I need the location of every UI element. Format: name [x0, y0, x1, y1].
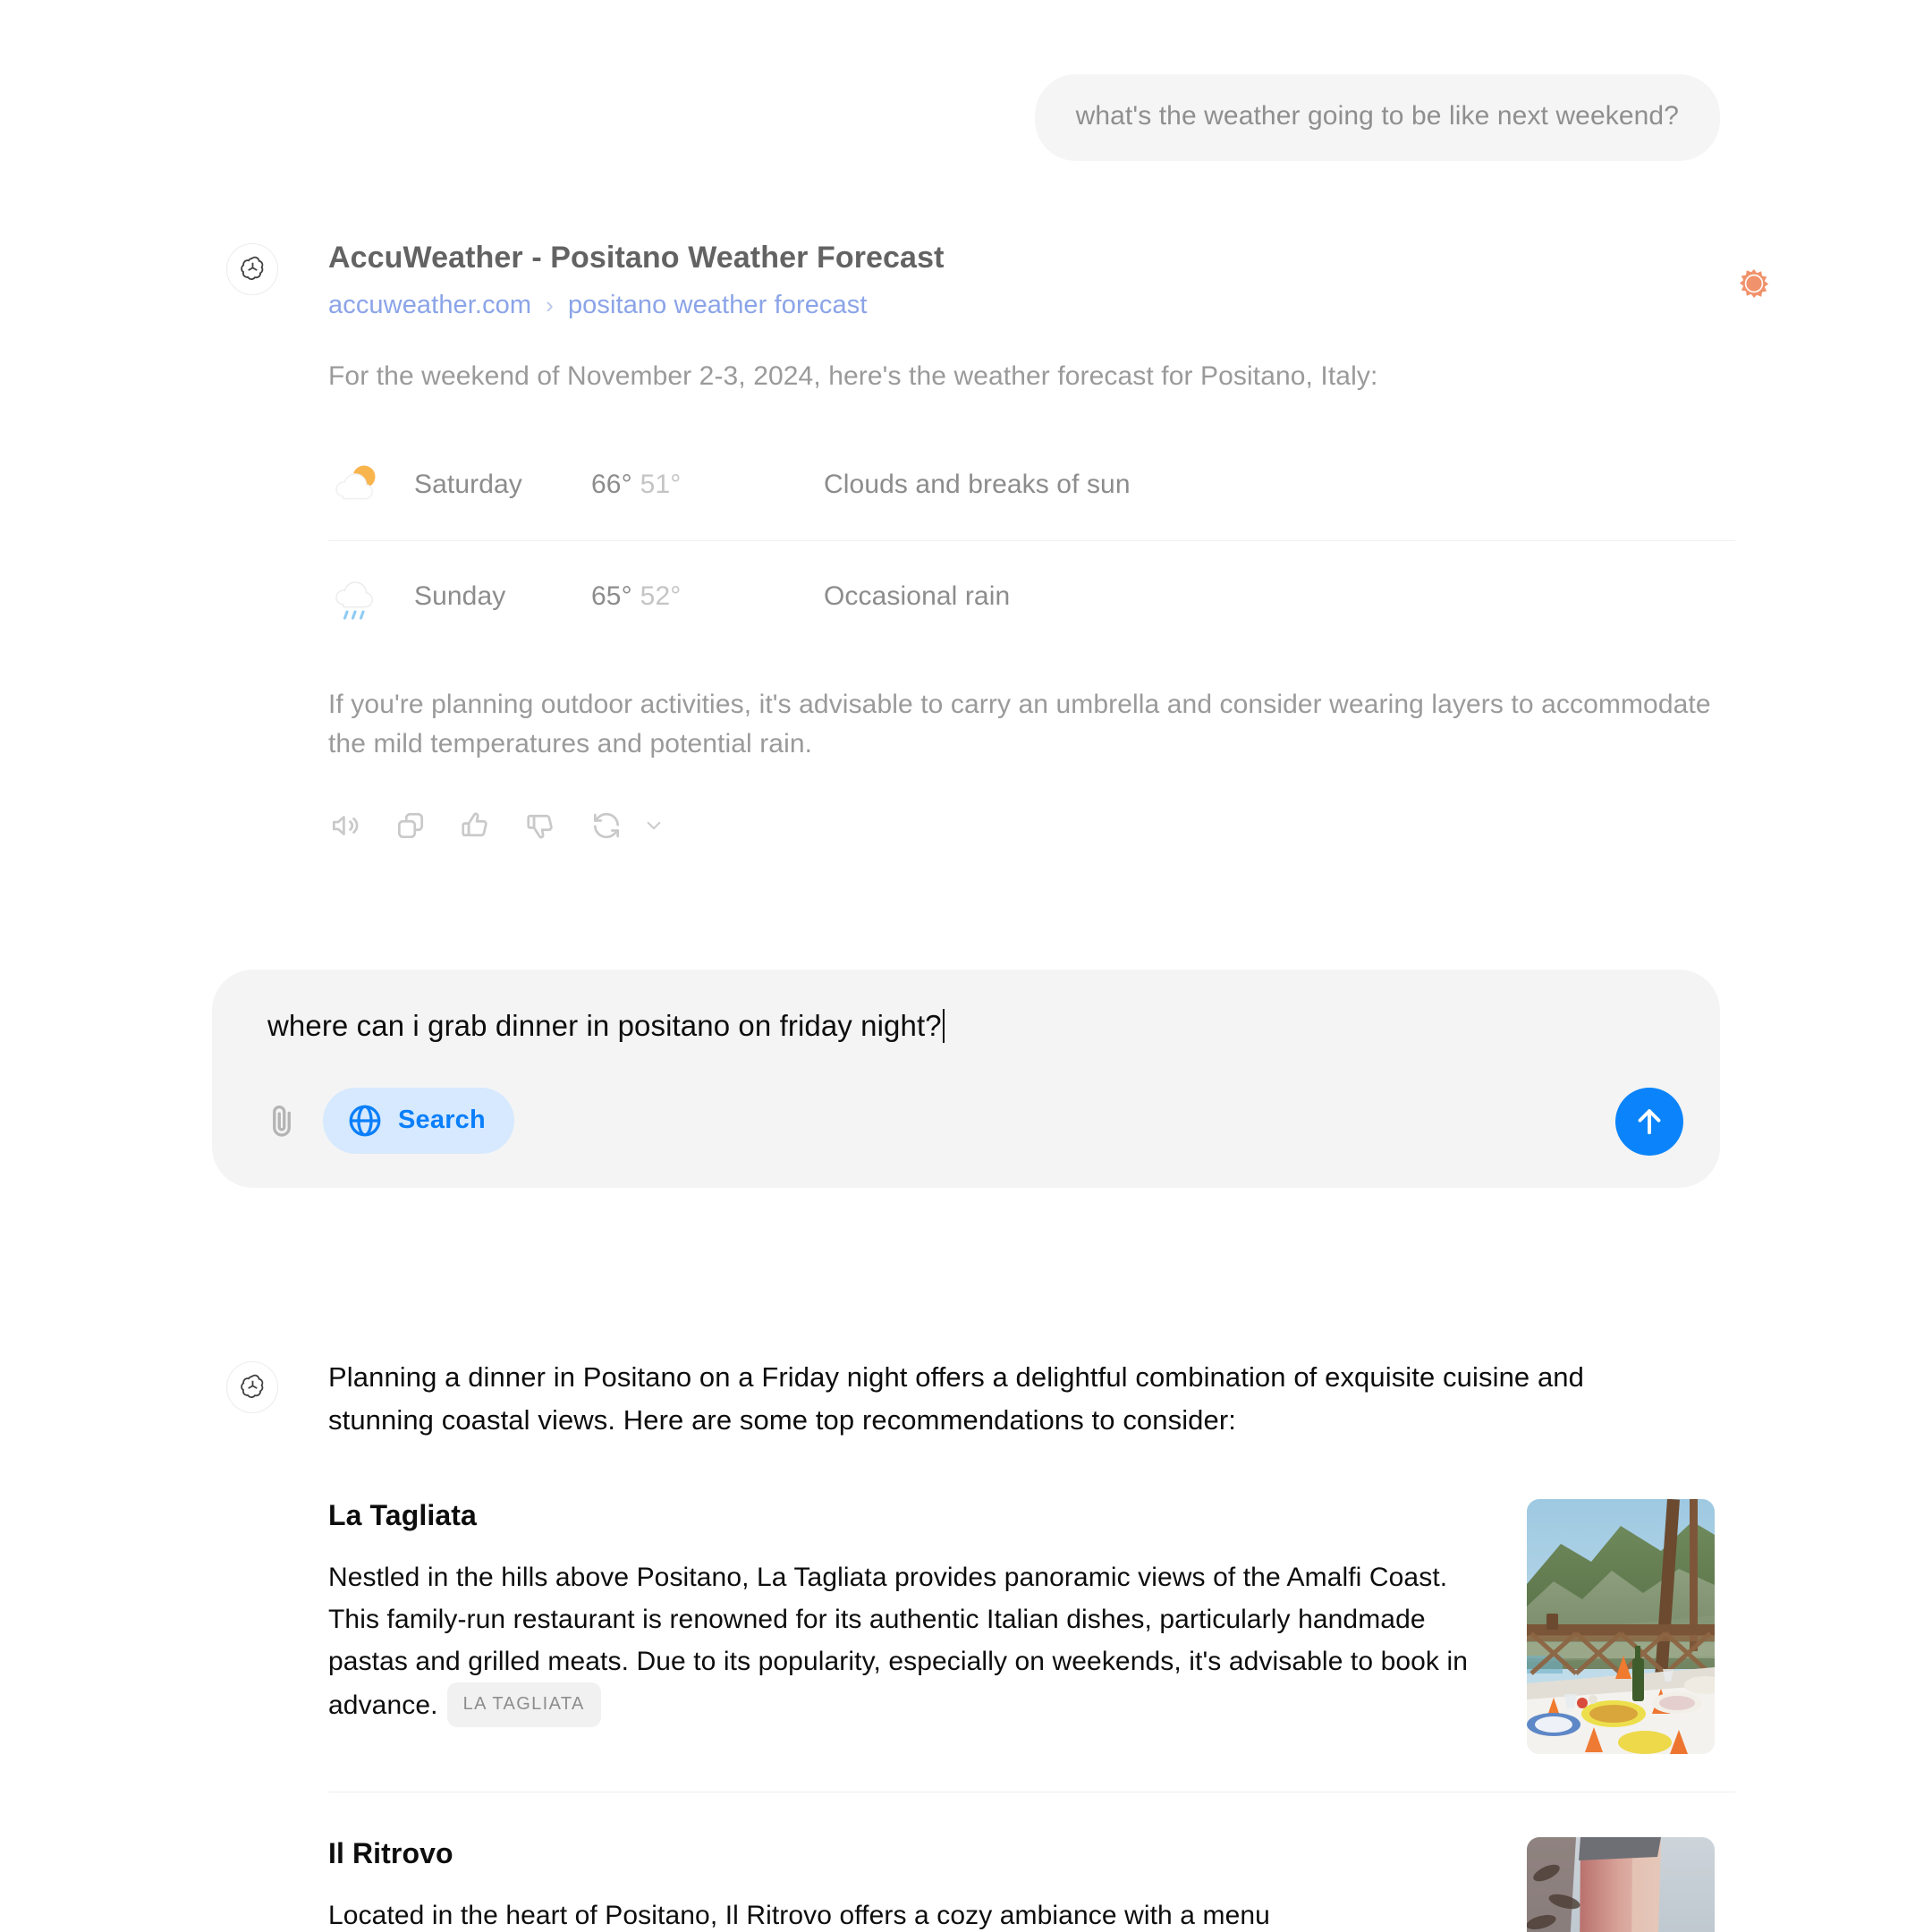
restaurant-body: La Tagliata Nestled in the hills above P…	[328, 1499, 1491, 1754]
weather-advisory-text: If you're planning outdoor activities, i…	[328, 690, 1711, 759]
dinner-intro-text: Planning a dinner in Positano on a Frida…	[328, 1360, 1584, 1436]
list-item: Il Ritrovo Located in the heart of Posit…	[328, 1791, 1735, 1932]
assistant-avatar	[226, 1360, 278, 1413]
openai-logo-icon	[240, 256, 263, 281]
paperclip-icon[interactable]	[262, 1101, 301, 1140]
restaurant-thumbnail[interactable]	[1527, 1498, 1715, 1754]
breadcrumb-separator-icon: ›	[546, 292, 554, 319]
chevron-down-icon[interactable]	[644, 816, 664, 835]
assistant-dinner-message: Planning a dinner in Positano on a Frida…	[0, 1356, 1932, 1932]
arrow-up-icon	[1638, 1109, 1661, 1135]
restaurant-thumbnail[interactable]	[1527, 1836, 1715, 1932]
restaurant-body: Il Ritrovo Located in the heart of Posit…	[328, 1837, 1491, 1932]
forecast-row: Sunday 65° 52° Occasional rain	[328, 540, 1735, 651]
restaurant-name: Il Ritrovo	[328, 1836, 453, 1869]
sun-behind-cloud-icon	[328, 457, 414, 513]
thumbs-down-icon[interactable]	[524, 809, 558, 843]
weather-source-title: AccuWeather - Positano Weather Forecast	[328, 240, 945, 275]
copy-icon[interactable]	[394, 809, 428, 843]
dusk-coastal-photo	[1527, 1836, 1715, 1932]
forecast-low: 51°	[640, 470, 682, 500]
user-message-bubble: what's the weather going to be like next…	[1034, 74, 1720, 161]
weather-breadcrumb: accuweather.com › positano weather forec…	[328, 291, 1735, 320]
forecast-temps: 65° 52°	[591, 581, 739, 612]
forecast-day: Sunday	[414, 580, 506, 611]
text-cursor	[942, 1008, 945, 1043]
chat-page: what's the weather going to be like next…	[0, 0, 1932, 1932]
forecast-day: Saturday	[414, 470, 522, 500]
user-message-row: what's the weather going to be like next…	[0, 0, 1932, 161]
globe-icon	[349, 1105, 381, 1137]
restaurant-name: La Tagliata	[328, 1498, 477, 1531]
message-composer[interactable]: where can i grab dinner in positano on f…	[212, 969, 1720, 1188]
composer-input-display[interactable]: where can i grab dinner in positano on f…	[248, 1008, 1684, 1043]
send-button[interactable]	[1615, 1087, 1683, 1156]
terrace-table-photo	[1527, 1498, 1715, 1754]
rain-cloud-icon	[328, 569, 414, 624]
search-toggle-button[interactable]: Search	[323, 1087, 514, 1154]
read-aloud-icon[interactable]	[328, 809, 362, 843]
sun-icon	[1739, 268, 1769, 298]
breadcrumb-domain-link[interactable]: accuweather.com	[328, 291, 531, 320]
forecast-high: 66°	[591, 470, 632, 500]
list-item: La Tagliata Nestled in the hills above P…	[328, 1498, 1735, 1792]
citation-chip[interactable]: LA TAGLIATA	[446, 1682, 601, 1727]
regenerate-icon[interactable]	[589, 809, 623, 843]
forecast-row: Saturday 66° 51° Clouds and breaks of sun	[328, 429, 1735, 540]
forecast-low: 52°	[640, 580, 682, 611]
restaurant-list: La Tagliata Nestled in the hills above P…	[328, 1498, 1735, 1932]
assistant-weather-message: AccuWeather - Positano Weather Forecast …	[0, 240, 1932, 843]
openai-logo-icon	[240, 1375, 263, 1399]
restaurant-description: Nestled in the hills above Positano, La …	[328, 1557, 1491, 1727]
thumbs-up-icon[interactable]	[459, 809, 493, 843]
restaurant-description: Located in the heart of Positano, Il Rit…	[328, 1900, 1270, 1930]
forecast-high: 65°	[591, 580, 632, 611]
weather-sun-badge-icon	[1733, 262, 1775, 305]
breadcrumb-page-link[interactable]: positano weather forecast	[568, 291, 868, 320]
forecast-description: Clouds and breaks of sun	[824, 470, 1131, 500]
assistant-avatar	[226, 242, 278, 295]
forecast-temps: 66° 51°	[591, 470, 739, 500]
composer-input-value: where can i grab dinner in positano on f…	[267, 1008, 942, 1042]
weather-forecast-table: Saturday 66° 51° Clouds and breaks of sun	[328, 429, 1735, 651]
weather-intro-text: For the weekend of November 2-3, 2024, h…	[328, 361, 1378, 392]
forecast-description: Occasional rain	[824, 580, 1011, 611]
search-toggle-label: Search	[398, 1106, 486, 1135]
message-action-bar	[328, 809, 1735, 843]
composer-toolbar: Search	[248, 1087, 1684, 1154]
